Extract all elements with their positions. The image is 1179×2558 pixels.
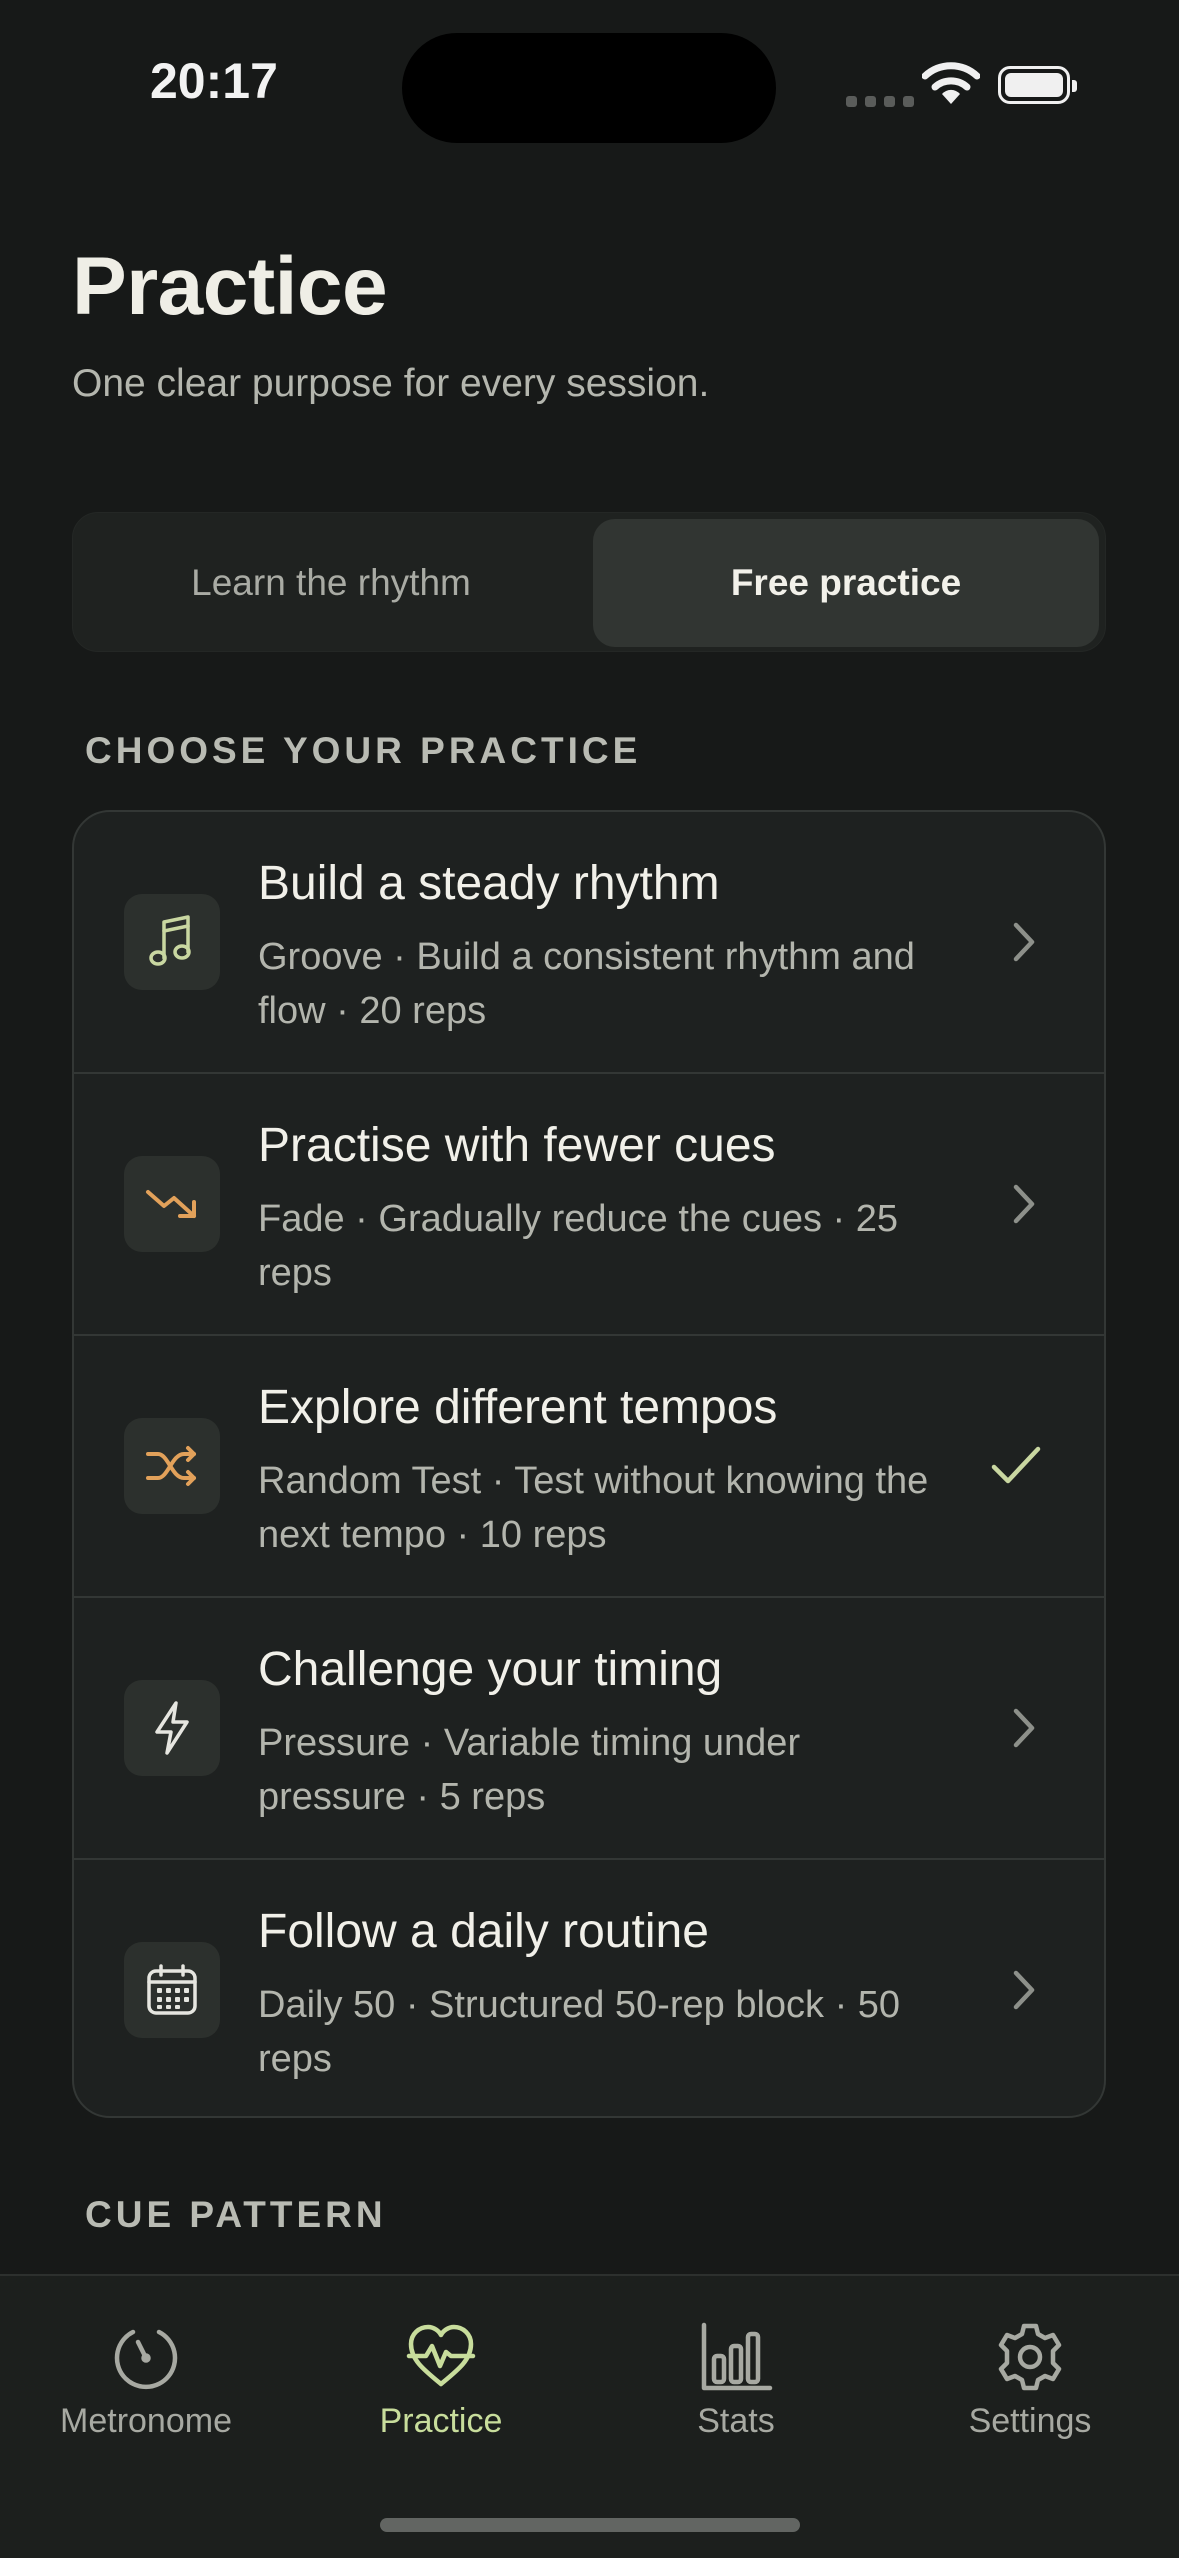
chevron-right-icon xyxy=(1004,1174,1044,1234)
practice-row-challenge-timing[interactable]: Challenge your timing Pressure · Variabl… xyxy=(74,1598,1104,1858)
status-time: 20:17 xyxy=(150,53,278,109)
heart-pulse-icon xyxy=(406,2324,476,2387)
cellular-signal-icon xyxy=(846,96,914,107)
segment-free-practice[interactable]: Free practice xyxy=(593,519,1099,647)
tab-label: Stats xyxy=(697,2402,775,2440)
practice-description: Fade · Gradually reduce the cues · 25 re… xyxy=(258,1198,899,1294)
tab-label: Settings xyxy=(968,2402,1092,2440)
lightning-icon xyxy=(124,1680,220,1776)
practice-description: Random Test · Test without knowing the n… xyxy=(258,1460,929,1556)
practice-row-steady-rhythm[interactable]: Build a steady rhythm Groove · Build a c… xyxy=(74,812,1104,1072)
calendar-icon xyxy=(124,1942,220,2038)
practice-title: Explore different tempos xyxy=(258,1381,778,1434)
page-title: Practice xyxy=(72,241,388,332)
practice-title: Follow a daily routine xyxy=(258,1905,709,1958)
shuffle-icon xyxy=(124,1418,220,1514)
section-label-choose-practice: CHOOSE YOUR PRACTICE xyxy=(85,730,642,771)
tab-bar: Metronome Practice Stats Settings xyxy=(0,2274,1179,2558)
chevron-right-icon xyxy=(1004,1698,1044,1758)
chevron-right-icon xyxy=(1004,912,1044,972)
tab-stats[interactable]: Stats xyxy=(606,2322,866,2441)
practice-row-different-tempos[interactable]: Explore different tempos Random Test · T… xyxy=(74,1336,1104,1596)
practice-title: Practise with fewer cues xyxy=(258,1119,776,1172)
practice-description: Pressure · Variable timing under pressur… xyxy=(258,1722,801,1818)
practice-description: Daily 50 · Structured 50-rep block · 50 … xyxy=(258,1984,901,2080)
tab-metronome[interactable]: Metronome xyxy=(16,2322,276,2441)
practice-description: Groove · Build a consistent rhythm and f… xyxy=(258,936,915,1032)
practice-row-fewer-cues[interactable]: Practise with fewer cues Fade · Graduall… xyxy=(74,1074,1104,1334)
battery-icon xyxy=(998,66,1077,104)
segment-learn-the-rhythm[interactable]: Learn the rhythm xyxy=(79,519,583,647)
music-note-icon xyxy=(124,894,220,990)
metronome-icon xyxy=(114,2329,178,2390)
tab-label: Practice xyxy=(379,2402,503,2440)
tab-settings[interactable]: Settings xyxy=(900,2322,1160,2441)
page-subtitle: One clear purpose for every session. xyxy=(72,362,710,405)
trend-down-icon xyxy=(124,1156,220,1252)
practice-title: Challenge your timing xyxy=(258,1643,723,1696)
practice-list: Build a steady rhythm Groove · Build a c… xyxy=(72,810,1106,2118)
dynamic-island xyxy=(402,33,776,143)
section-label-cue-pattern: CUE PATTERN xyxy=(85,2194,387,2235)
chevron-right-icon xyxy=(1004,1960,1044,2020)
gear-icon xyxy=(998,2323,1062,2391)
checkmark-icon xyxy=(988,1436,1044,1496)
practice-title: Build a steady rhythm xyxy=(258,857,720,910)
bar-chart-icon xyxy=(701,2322,773,2391)
tab-practice[interactable]: Practice xyxy=(311,2322,571,2441)
wifi-icon xyxy=(921,62,981,111)
practice-row-daily-routine[interactable]: Follow a daily routine Daily 50 · Struct… xyxy=(74,1860,1104,2116)
mode-segmented-control: Learn the rhythm Free practice xyxy=(72,512,1106,652)
home-indicator xyxy=(380,2518,800,2532)
tab-label: Metronome xyxy=(60,2402,232,2440)
